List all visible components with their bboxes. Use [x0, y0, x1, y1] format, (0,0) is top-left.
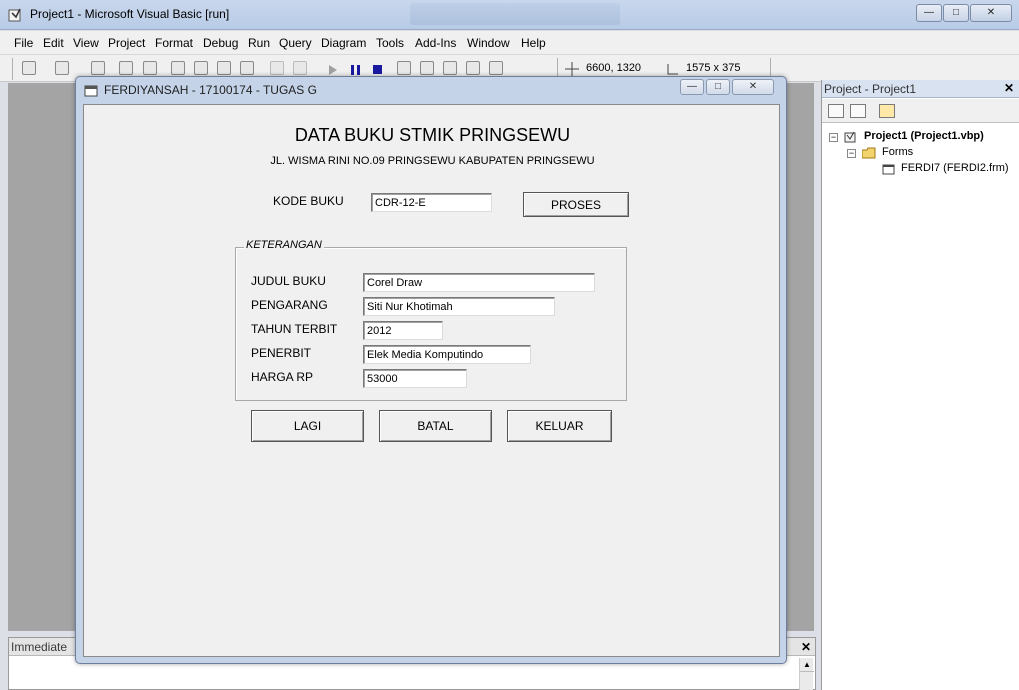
judul-buku-label: JUDUL BUKU	[251, 274, 326, 288]
background-window-ghost	[410, 3, 620, 25]
main-window-title: Project1 - Microsoft Visual Basic [run]	[30, 7, 230, 21]
size-readout: 1575 x 375	[686, 62, 741, 74]
main-close-button[interactable]: ✕	[970, 4, 1012, 22]
menu-run[interactable]: Run	[248, 36, 270, 50]
menu-diagram[interactable]: Diagram	[321, 36, 366, 50]
start-icon[interactable]	[329, 65, 337, 75]
toggle-folders-icon[interactable]	[879, 104, 895, 118]
menu-help[interactable]: Help	[521, 36, 546, 50]
form-icon	[84, 85, 98, 97]
form-layout-icon[interactable]	[443, 61, 457, 75]
properties-window-icon[interactable]	[420, 61, 434, 75]
form-file-icon	[882, 164, 895, 175]
project-explorer-title: Project - Project1	[824, 82, 917, 96]
save-project-icon[interactable]	[143, 61, 157, 75]
menu-format[interactable]: Format	[155, 36, 193, 50]
add-project-icon[interactable]	[22, 61, 36, 75]
main-minimize-button[interactable]: —	[916, 4, 942, 22]
form-minimize-button[interactable]: —	[680, 79, 704, 95]
menu-edit[interactable]: Edit	[43, 36, 64, 50]
pengarang-label: PENGARANG	[251, 298, 328, 312]
position-readout: 6600, 1320	[586, 62, 642, 74]
judul-buku-input[interactable]	[363, 273, 595, 292]
expand-root-icon[interactable]: −	[829, 133, 838, 142]
immediate-close-icon[interactable]: ✕	[799, 640, 813, 654]
view-code-icon[interactable]	[828, 104, 844, 118]
copy-icon[interactable]	[194, 61, 208, 75]
proses-button[interactable]: PROSES	[523, 192, 629, 217]
tree-forms-folder[interactable]: Forms	[882, 146, 913, 158]
visual-basic-app-icon	[8, 8, 21, 22]
penerbit-input[interactable]	[363, 345, 531, 364]
size-icon	[667, 64, 678, 75]
keluar-button[interactable]: KELUAR	[507, 410, 612, 442]
lagi-button[interactable]: LAGI	[251, 410, 364, 442]
form-close-button[interactable]: ✕	[732, 79, 774, 95]
immediate-title: Immediate	[11, 640, 68, 654]
add-form-icon[interactable]	[55, 61, 69, 75]
position-icon	[565, 62, 579, 76]
tahun-terbit-input[interactable]	[363, 321, 443, 340]
main-maximize-button[interactable]: □	[943, 4, 969, 22]
undo-icon[interactable]	[270, 61, 284, 75]
form-heading: DATA BUKU STMIK PRINGSEWU	[294, 125, 571, 145]
find-icon[interactable]	[240, 61, 254, 75]
open-project-icon[interactable]	[119, 61, 133, 75]
project-explorer-icon[interactable]	[397, 61, 411, 75]
paste-icon[interactable]	[217, 61, 231, 75]
form-title: FERDIYANSAH - 17100174 - TUGAS G	[104, 83, 317, 97]
kode-buku-input[interactable]	[371, 193, 492, 212]
project-explorer-close-icon[interactable]: ✕	[1002, 81, 1016, 95]
pengarang-input[interactable]	[363, 297, 555, 316]
main-title-bar: Project1 - Microsoft Visual Basic [run] …	[0, 0, 1019, 30]
menu-editor-icon[interactable]	[91, 61, 105, 75]
batal-button[interactable]: BATAL	[379, 410, 492, 442]
expand-forms-icon[interactable]: −	[847, 149, 856, 158]
tahun-terbit-label: TAHUN TERBIT	[251, 322, 338, 336]
form-client-area: DATA BUKU STMIK PRINGSEWU JL. WISMA RINI…	[83, 104, 780, 657]
toolbox-icon[interactable]	[489, 61, 503, 75]
project-explorer-toolbar	[822, 99, 1019, 123]
kode-buku-label: KODE BUKU	[273, 194, 344, 208]
menu-tools[interactable]: Tools	[376, 36, 404, 50]
toolbar-grip	[12, 58, 13, 80]
scroll-up-icon[interactable]: ▲	[800, 658, 814, 672]
menu-add-ins[interactable]: Add-Ins	[415, 36, 456, 50]
keterangan-caption: KETERANGAN	[244, 239, 324, 251]
form-address: JL. WISMA RINI NO.09 PRINGSEWU KABUPATEN…	[270, 155, 595, 167]
menu-bar: File Edit View Project Format Debug Run …	[0, 31, 1019, 55]
redo-icon[interactable]	[293, 61, 307, 75]
cut-icon[interactable]	[171, 61, 185, 75]
immediate-scrollbar[interactable]: ▲	[799, 658, 814, 690]
form-maximize-button[interactable]: □	[706, 79, 730, 95]
object-browser-icon[interactable]	[466, 61, 480, 75]
end-icon[interactable]	[373, 65, 383, 75]
view-object-icon[interactable]	[850, 104, 866, 118]
menu-window[interactable]: Window	[467, 36, 510, 50]
menu-view[interactable]: View	[73, 36, 99, 50]
break-icon[interactable]	[351, 65, 361, 75]
harga-input[interactable]	[363, 369, 467, 388]
menu-query[interactable]: Query	[279, 36, 312, 50]
penerbit-label: PENERBIT	[251, 346, 312, 360]
menu-file[interactable]: File	[14, 36, 33, 50]
tree-form-file[interactable]: FERDI7 (FERDI2.frm)	[901, 162, 1009, 174]
menu-debug[interactable]: Debug	[203, 36, 238, 50]
project-explorer: Project - Project1 ✕ − Project1 (Project…	[821, 80, 1019, 690]
project-explorer-header: Project - Project1 ✕	[822, 80, 1019, 98]
harga-label: HARGA RP	[251, 370, 314, 384]
menu-project[interactable]: Project	[108, 36, 145, 50]
folder-icon	[862, 147, 876, 159]
form-window: FERDIYANSAH - 17100174 - TUGAS G — □ ✕ D…	[75, 76, 787, 664]
project-icon	[844, 131, 856, 143]
tree-project-root[interactable]: Project1 (Project1.vbp)	[864, 130, 984, 142]
